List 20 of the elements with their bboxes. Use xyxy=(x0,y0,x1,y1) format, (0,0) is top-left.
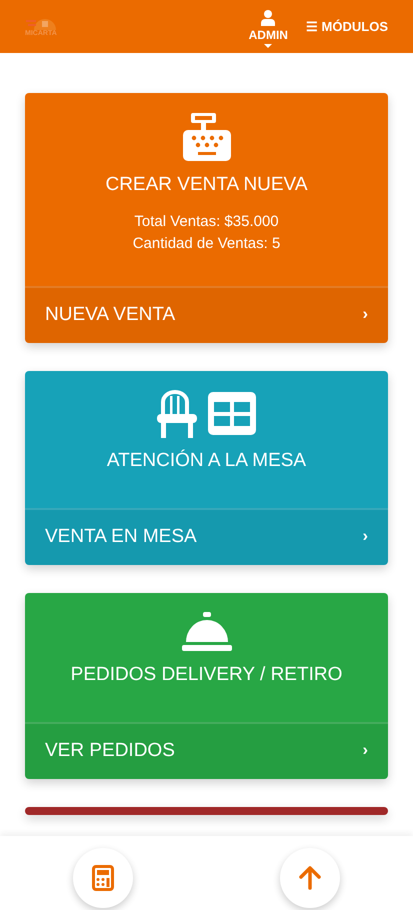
service-bell-icon xyxy=(182,612,232,652)
scroll-up-button[interactable] xyxy=(280,848,340,908)
chair-and-table-icon xyxy=(156,390,256,438)
card-title: ATENCIÓN A LA MESA xyxy=(106,450,306,472)
stat-text: Total Ventas: $35.000 xyxy=(133,212,280,232)
card-action-link[interactable]: NUEVA VENTA › xyxy=(25,286,388,343)
caret-icon xyxy=(264,44,272,48)
user-menu-button[interactable]: ADMIN xyxy=(248,6,288,48)
card-action-link[interactable]: VENTA EN MESA › xyxy=(25,508,388,565)
calculator-button[interactable] xyxy=(73,848,134,908)
arrow-up-icon xyxy=(298,866,321,890)
cash-register-icon xyxy=(182,112,232,162)
modules-menu-button[interactable]: ☰ MÓDULOS xyxy=(306,19,388,34)
stat-text: Cantidad de Ventas: 5 xyxy=(132,234,280,254)
card-title: PEDIDOS DELIVERY / RETIRO xyxy=(70,664,342,686)
calculator-icon xyxy=(92,865,114,891)
logo-icon xyxy=(26,16,56,30)
user-icon xyxy=(261,10,276,26)
card-action-link[interactable]: VER PEDIDOS › xyxy=(25,722,388,779)
card-title: CREAR VENTA NUEVA xyxy=(105,174,308,196)
